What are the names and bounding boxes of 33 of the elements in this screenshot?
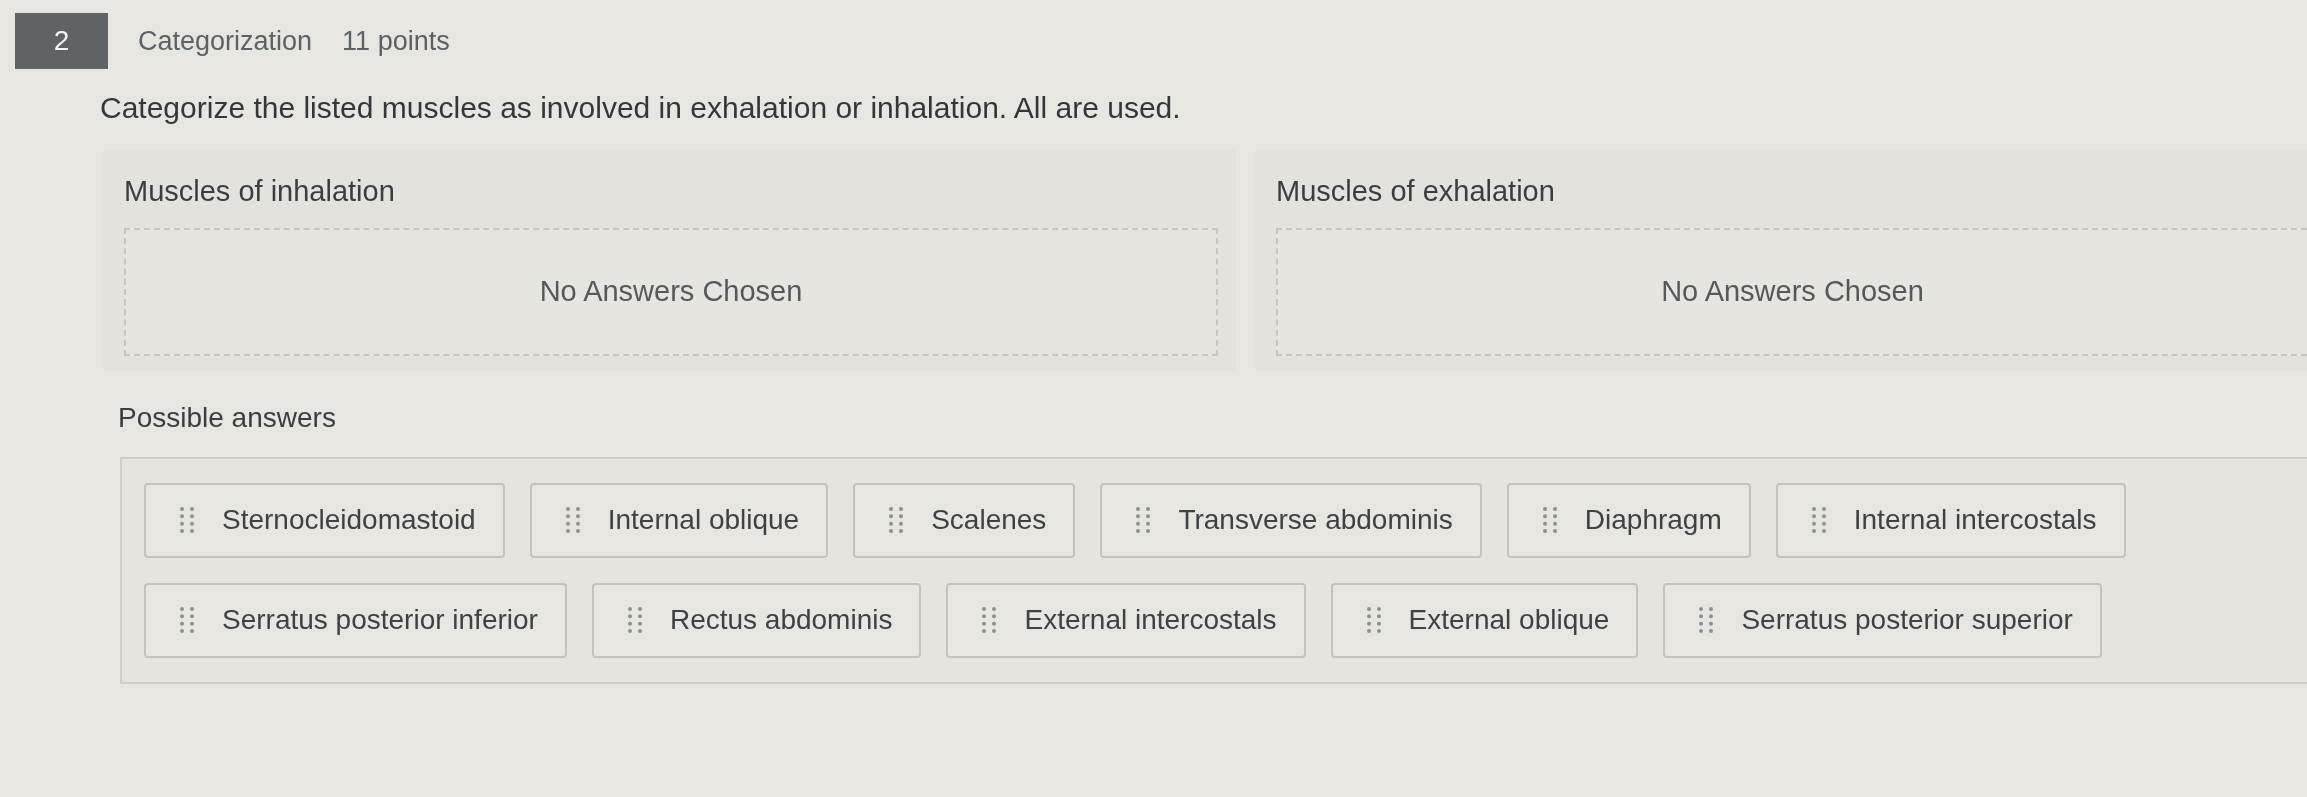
drop-zone[interactable]: No Answers Chosen xyxy=(124,227,1218,356)
answer-chip[interactable]: External intercostals xyxy=(946,582,1306,658)
drag-handle-icon xyxy=(1699,607,1714,633)
drag-handle-icon xyxy=(1811,507,1826,533)
drag-handle-icon xyxy=(180,607,194,633)
drop-zone[interactable]: No Answers Chosen xyxy=(1276,227,2307,356)
drag-handle-icon xyxy=(889,507,904,533)
category-title: Muscles of inhalation xyxy=(124,174,396,209)
drag-handle-icon xyxy=(180,507,194,533)
drag-handle-icon xyxy=(627,607,642,633)
answer-chip[interactable]: Scalenes xyxy=(853,482,1076,558)
answer-chip[interactable]: Rectus abdominis xyxy=(591,582,922,658)
drag-handle-icon xyxy=(1136,507,1151,533)
answer-chip[interactable]: Serratus posterior superior xyxy=(1663,582,2102,658)
possible-answers-heading: Possible answers xyxy=(118,400,337,435)
question-type: Categorization xyxy=(138,24,313,58)
answer-chip[interactable]: Serratus posterior inferior xyxy=(144,582,567,658)
answer-chip[interactable]: Internal intercostals xyxy=(1775,482,2126,558)
answer-chip[interactable]: Sternocleidomastoid xyxy=(144,482,505,558)
drag-handle-icon xyxy=(1366,607,1381,633)
drag-handle-icon xyxy=(565,507,580,533)
drag-handle-icon xyxy=(982,607,997,633)
answer-chip[interactable]: External oblique xyxy=(1330,582,1639,658)
category-title: Muscles of exhalation xyxy=(1276,174,1556,209)
empty-message: No Answers Chosen xyxy=(539,273,803,309)
answer-chip[interactable]: Internal oblique xyxy=(529,482,829,558)
answer-chip[interactable]: Transverse abdominis xyxy=(1100,482,1482,558)
empty-message: No Answers Chosen xyxy=(1661,273,1924,309)
answer-chip[interactable]: Diaphragm xyxy=(1506,482,1751,558)
question-prompt: Categorize the listed muscles as involved in exhalation or inhalation. All are used. xyxy=(100,90,1182,126)
drag-handle-icon xyxy=(1542,507,1557,533)
question-number: 2 xyxy=(15,13,108,69)
question-points: 11 points xyxy=(342,24,450,58)
